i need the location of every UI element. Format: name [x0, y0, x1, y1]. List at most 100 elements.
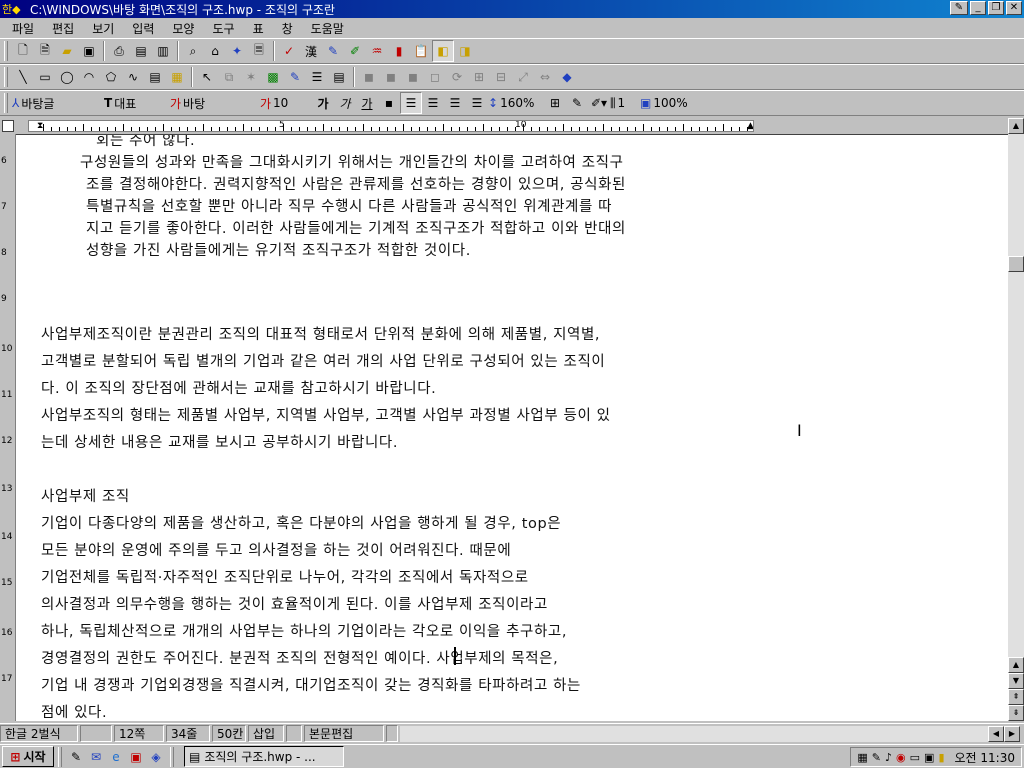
zoom-selector[interactable]: ▣ 100%: [640, 96, 690, 110]
toolbar-grip[interactable]: [4, 67, 8, 87]
shape-library-icon[interactable]: ◆: [556, 66, 578, 88]
highlight-icon[interactable]: ✐: [344, 40, 366, 62]
document-editor[interactable]: 회는 주어 않다. 구성원들의 성과와 만족을 그대화시키기 위해서는 개인들간…: [16, 134, 1008, 721]
properties-icon[interactable]: ▤: [328, 66, 350, 88]
rectangle-tool-icon[interactable]: ▭: [34, 66, 56, 88]
tray-ime-icon[interactable]: ◉: [896, 751, 906, 764]
arc-tool-icon[interactable]: ◠: [78, 66, 100, 88]
document-info-icon[interactable]: 🗏: [248, 40, 270, 62]
scroll-down-arrow-icon[interactable]: ▼: [1008, 673, 1024, 689]
menu-help[interactable]: 도움말: [302, 20, 353, 37]
input-mode-status[interactable]: 한글 2벌식: [0, 725, 78, 742]
zoom-icon[interactable]: ⌕: [182, 40, 204, 62]
vertical-scrollbar[interactable]: ▲ ▲ ▼ ⇞ ⇟: [1008, 118, 1024, 721]
distribute-icon[interactable]: ⊟: [490, 66, 512, 88]
curve-tool-icon[interactable]: ∿: [122, 66, 144, 88]
line-tool-icon[interactable]: ╲: [12, 66, 34, 88]
ellipse-tool-icon[interactable]: ◯: [56, 66, 78, 88]
send-back-icon[interactable]: ◼: [380, 66, 402, 88]
scroll-right-icon[interactable]: ▶: [1004, 725, 1020, 742]
tray-network-icon[interactable]: ▦: [857, 751, 867, 764]
tray-battery-icon[interactable]: ▮: [938, 751, 944, 764]
menu-view[interactable]: 보기: [83, 20, 123, 37]
save-icon[interactable]: ▣: [78, 40, 100, 62]
hanja-icon[interactable]: 漢: [300, 40, 322, 62]
start-button[interactable]: ⊞ 시작: [2, 746, 54, 767]
font-selector[interactable]: 가 바탕: [170, 95, 260, 112]
chart-icon[interactable]: ▮: [388, 40, 410, 62]
page-up-icon[interactable]: ⇞: [1008, 689, 1024, 705]
justify-icon[interactable]: ☰: [400, 92, 422, 114]
bring-front-icon[interactable]: ◼: [358, 66, 380, 88]
toolbar-grip[interactable]: [4, 41, 8, 61]
text-color-icon[interactable]: ▪: [378, 92, 400, 114]
style-selector[interactable]: ⅄ 바탕글: [12, 95, 104, 112]
tray-monitor-icon[interactable]: ▣: [924, 751, 934, 764]
align-center-icon[interactable]: ☰: [444, 92, 466, 114]
print-icon[interactable]: ⎙: [108, 40, 130, 62]
underline-button[interactable]: 가: [356, 92, 378, 114]
menu-file[interactable]: 파일: [3, 20, 43, 37]
textbox-tool-icon[interactable]: ▤: [144, 66, 166, 88]
highlight-dropdown-icon[interactable]: ✐▾: [588, 92, 610, 114]
menu-edit[interactable]: 편집: [43, 20, 83, 37]
view-mode-icon[interactable]: ◧: [432, 40, 454, 62]
scroll-left-icon[interactable]: ◀: [988, 725, 1004, 742]
group-icon[interactable]: ⧉: [218, 66, 240, 88]
show-desktop-icon[interactable]: ✎: [66, 747, 86, 767]
ruler-track[interactable]: 5 10 ⧗ ▲: [28, 120, 754, 132]
menu-insert[interactable]: 입력: [123, 20, 163, 37]
channel-icon[interactable]: ◈: [146, 747, 166, 767]
scroll-up-arrow-icon[interactable]: ▲: [1008, 657, 1024, 673]
tray-display-icon[interactable]: ▭: [910, 751, 920, 764]
pen-tool-icon[interactable]: ✎: [322, 40, 344, 62]
horizontal-ruler[interactable]: 5 10 ⧗ ▲: [0, 118, 1024, 134]
font-type-selector[interactable]: T 대표: [104, 95, 170, 112]
font-size-selector[interactable]: 가 10: [260, 95, 312, 112]
pen-icon[interactable]: ✎: [950, 1, 968, 15]
bold-button[interactable]: 가: [312, 92, 334, 114]
backward-icon[interactable]: ◻: [424, 66, 446, 88]
ungroup-icon[interactable]: ✶: [240, 66, 262, 88]
align-icon[interactable]: ⊞: [468, 66, 490, 88]
line-style-icon[interactable]: ☰: [306, 66, 328, 88]
outlook-icon[interactable]: ✉: [86, 747, 106, 767]
right-indent-marker[interactable]: ▲: [747, 121, 753, 131]
spell-check-icon[interactable]: ✓: [278, 40, 300, 62]
italic-button[interactable]: 가: [334, 92, 356, 114]
new-page-icon[interactable]: 🗎: [34, 40, 56, 62]
scroll-thumb[interactable]: [1008, 256, 1024, 272]
columns-selector[interactable]: ⫼ 1: [610, 96, 640, 111]
tray-pen-icon[interactable]: ✎: [872, 751, 881, 764]
rotate-icon[interactable]: ⟳: [446, 66, 468, 88]
clipboard-icon[interactable]: 📋: [410, 40, 432, 62]
edit-icon[interactable]: ✎: [566, 92, 588, 114]
menu-table[interactable]: 표: [244, 20, 273, 37]
ruler-toggle-box[interactable]: [2, 120, 14, 132]
hanger-icon[interactable]: ⌂: [204, 40, 226, 62]
graph-icon[interactable]: ♒: [366, 40, 388, 62]
scroll-up-button[interactable]: ▲: [1008, 118, 1024, 134]
image-insert-icon[interactable]: ▦: [166, 66, 188, 88]
select-object-icon[interactable]: ↖: [196, 66, 218, 88]
new-document-icon[interactable]: 🗋: [12, 40, 34, 62]
flip-icon[interactable]: ⇔: [534, 66, 556, 88]
internet-explorer-icon[interactable]: e: [106, 747, 126, 767]
align-left-icon[interactable]: ☰: [422, 92, 444, 114]
forward-icon[interactable]: ◼: [402, 66, 424, 88]
horizontal-scrollbar[interactable]: ◀ ▶: [400, 725, 1020, 742]
taskbar-hwp-window[interactable]: ▤ 조직의 구조.hwp - ...: [184, 746, 344, 767]
insert-mode-status[interactable]: 삽입: [248, 725, 284, 742]
page-down-icon[interactable]: ⇟: [1008, 705, 1024, 721]
print-preview-icon[interactable]: ▤: [130, 40, 152, 62]
magic-wand-icon[interactable]: ✦: [226, 40, 248, 62]
fill-color-icon[interactable]: ▩: [262, 66, 284, 88]
tray-volume-icon[interactable]: ♪: [885, 751, 892, 764]
menu-window[interactable]: 창: [273, 20, 302, 37]
minimize-button[interactable]: _: [970, 1, 986, 15]
layout-icon[interactable]: ◨: [454, 40, 476, 62]
toolbar-grip[interactable]: [4, 93, 8, 113]
align-right-icon[interactable]: ☰: [466, 92, 488, 114]
menu-format[interactable]: 모양: [163, 20, 203, 37]
media-icon[interactable]: ▣: [126, 747, 146, 767]
